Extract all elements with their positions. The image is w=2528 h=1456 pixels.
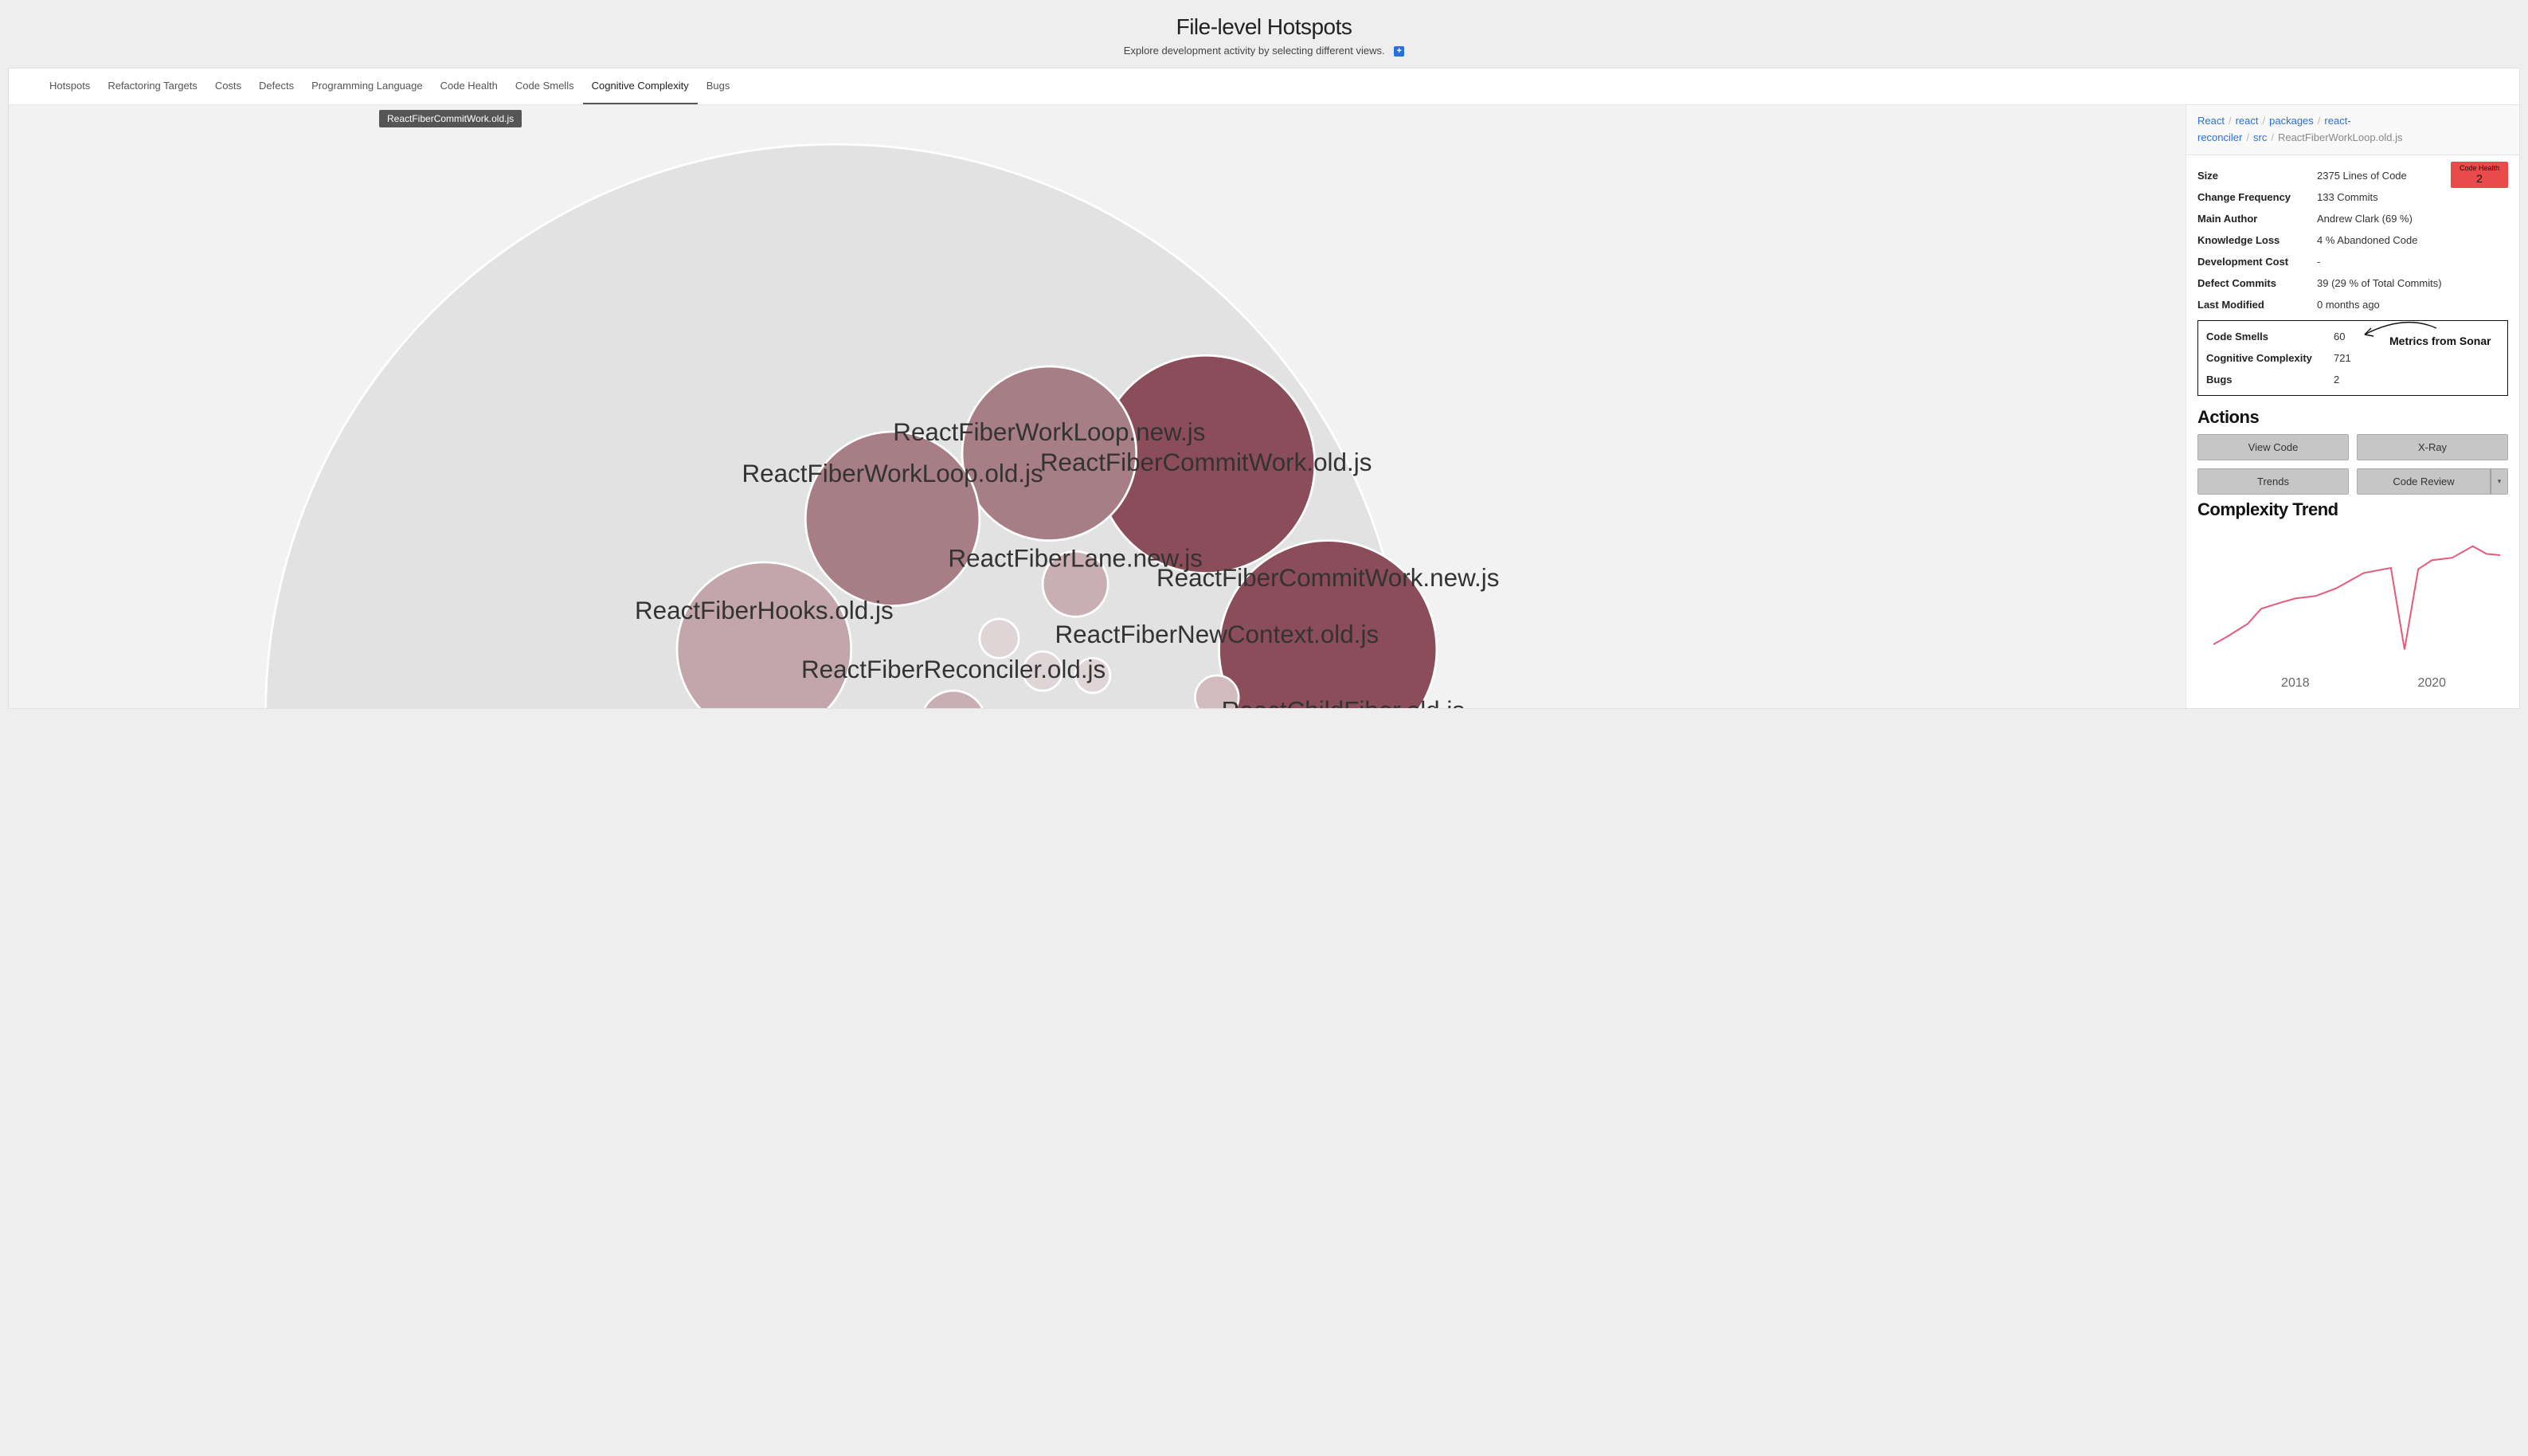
complexity-trend-chart: 2018 2020: [2186, 526, 2519, 692]
code-review-dropdown-toggle[interactable]: ▾: [2491, 468, 2508, 495]
tab-costs[interactable]: Costs: [206, 68, 250, 104]
hotspots-visualization[interactable]: __tests__ReactFiberCommitWork.old.jsReac…: [9, 105, 2186, 708]
sonar-meta-row: Bugs2: [2206, 369, 2499, 390]
meta-row: Development Cost-: [2197, 251, 2508, 272]
tab-cognitive-complexity[interactable]: Cognitive Complexity: [583, 68, 698, 104]
tab-defects[interactable]: Defects: [250, 68, 303, 104]
actions-grid: View Code X-Ray Trends Code Review ▾: [2186, 434, 2519, 495]
sonar-meta-row: Cognitive Complexity721: [2206, 347, 2499, 369]
sidebar: React/react/packages/react-reconciler/sr…: [2186, 105, 2519, 708]
breadcrumb-link[interactable]: packages: [2269, 115, 2314, 127]
file-meta: Code Health 2 Size2375 Lines of CodeChan…: [2186, 155, 2519, 315]
meta-row: Change Frequency133 Commits: [2197, 186, 2508, 208]
meta-row: Knowledge Loss4 % Abandoned Code: [2197, 229, 2508, 251]
breadcrumb-current: ReactFiberWorkLoop.old.js: [2278, 131, 2403, 143]
tab-refactoring-targets[interactable]: Refactoring Targets: [99, 68, 206, 104]
code-health-badge: Code Health 2: [2451, 162, 2508, 188]
expand-views-icon[interactable]: +: [1394, 46, 1404, 57]
actions-header: Actions: [2186, 402, 2519, 434]
breadcrumb-link[interactable]: src: [2253, 131, 2267, 143]
page-title: File-level Hotspots: [0, 14, 2528, 40]
tooltip: ReactFiberCommitWork.old.js: [379, 110, 522, 127]
page-subtitle: Explore development activity by selectin…: [0, 45, 2528, 57]
tab-programming-language[interactable]: Programming Language: [303, 68, 431, 104]
meta-row: Main AuthorAndrew Clark (69 %): [2197, 208, 2508, 229]
view-code-button[interactable]: View Code: [2197, 434, 2349, 460]
meta-row: Last Modified0 months ago: [2197, 294, 2508, 315]
sonar-note: Metrics from Sonar: [2389, 335, 2491, 347]
meta-row: Defect Commits39 (29 % of Total Commits): [2197, 272, 2508, 294]
tab-bugs[interactable]: Bugs: [698, 68, 739, 104]
svg-text:2020: 2020: [2417, 676, 2446, 690]
tab-bar: HotspotsRefactoring TargetsCostsDefectsP…: [9, 68, 2519, 105]
complexity-trend-header: Complexity Trend: [2186, 495, 2519, 526]
breadcrumb-link[interactable]: React: [2197, 115, 2225, 127]
breadcrumb: React/react/packages/react-reconciler/sr…: [2186, 105, 2519, 155]
svg-text:2018: 2018: [2281, 676, 2310, 690]
trends-button[interactable]: Trends: [2197, 468, 2349, 495]
xray-button[interactable]: X-Ray: [2357, 434, 2508, 460]
breadcrumb-link[interactable]: react: [2236, 115, 2259, 127]
tab-code-health[interactable]: Code Health: [432, 68, 507, 104]
code-review-split-button: Code Review ▾: [2357, 468, 2508, 495]
code-review-button[interactable]: Code Review: [2357, 468, 2491, 495]
tab-hotspots[interactable]: Hotspots: [41, 68, 99, 104]
sonar-metrics-box: Code Smells60Cognitive Complexity721Bugs…: [2197, 320, 2508, 396]
tab-code-smells[interactable]: Code Smells: [507, 68, 583, 104]
